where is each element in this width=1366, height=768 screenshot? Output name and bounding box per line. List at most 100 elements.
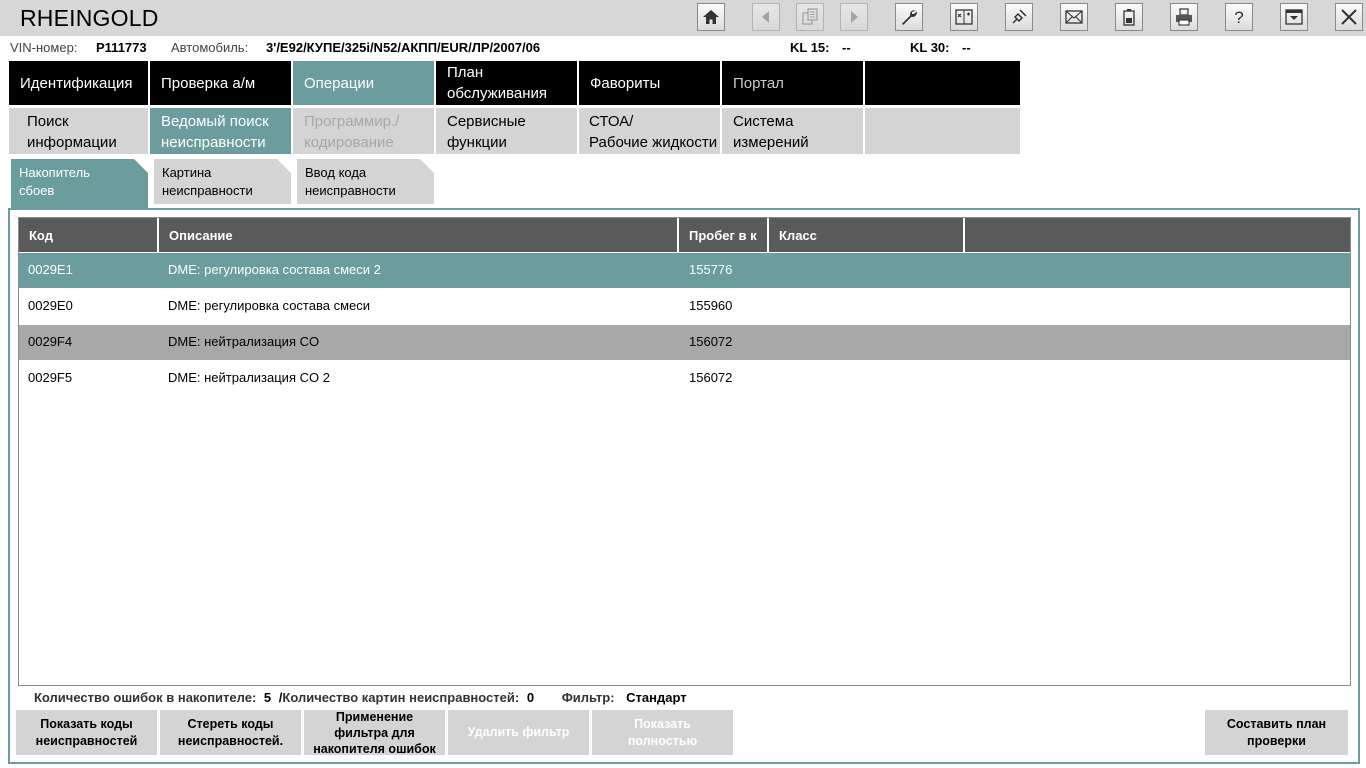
column-header-empty (965, 218, 1350, 252)
cell-mileage: 156072 (689, 370, 733, 385)
subnav-programming[interactable]: Программир./ кодирование (293, 108, 434, 154)
button-label-line2: неисправностей. (177, 733, 284, 748)
printer-icon (1176, 8, 1192, 26)
clear-fault-codes-button[interactable]: Стереть коды неисправностей. (160, 710, 301, 755)
chevron-right-icon (851, 11, 858, 23)
cell-code: 0029F5 (28, 370, 73, 385)
subnav-guided-troubleshooting[interactable]: Ведомый поиск неисправности (150, 108, 291, 154)
tab-label-line1: Ввод кода (305, 165, 367, 180)
column-header-mileage[interactable]: Пробег в к (679, 218, 769, 252)
battery-icon (1123, 9, 1135, 26)
table-row[interactable]: 0029E1 DME: регулировка состава смеси 2 … (19, 253, 1350, 288)
tab-label-line1: Накопитель (19, 165, 90, 180)
help-button[interactable]: ? (1225, 3, 1253, 31)
title-bar: RHEINGOLD ? (0, 0, 1366, 36)
column-header-description[interactable]: Описание (159, 218, 679, 252)
question-icon: ? (1234, 8, 1243, 27)
close-icon (1341, 9, 1357, 25)
tab-fault-pattern[interactable]: Картина неисправности (154, 159, 291, 204)
forward-button[interactable] (840, 3, 868, 31)
nav-vehicle-check[interactable]: Проверка а/м (150, 61, 291, 105)
car-label: Автомобиль: (171, 40, 249, 55)
nav-label: Портал (733, 74, 784, 92)
nav-favorites[interactable]: Фавориты (579, 61, 720, 105)
apply-filter-button[interactable]: Применение фильтра для накопителя ошибок (304, 710, 445, 756)
pictures-count-value: 0 (526, 690, 535, 705)
vin-value: P111773 (96, 40, 147, 55)
show-fault-codes-button[interactable]: Показать коды неисправностей (16, 710, 157, 755)
subnav-label-line1: Сервисные (447, 113, 526, 130)
kl30-value: -- (962, 40, 971, 55)
nav-label: Фавориты (590, 74, 661, 92)
battery-button[interactable] (1115, 3, 1143, 31)
button-label-line1: Показать коды (40, 716, 133, 731)
cell-mileage: 156072 (689, 334, 733, 349)
table-row[interactable]: 0029E0 DME: регулировка состава смеси 15… (19, 289, 1350, 324)
mail-button[interactable] (1060, 3, 1088, 31)
errors-count-label: Количество ошибок в накопителе: (34, 690, 257, 705)
filter-label: Фильтр: (561, 690, 615, 705)
nav-empty (865, 61, 1020, 105)
filter-value: Стандарт (626, 690, 687, 705)
diagnostics-button[interactable] (950, 3, 978, 31)
subnav-label-line2: информации (27, 134, 117, 151)
subnav-info-search[interactable]: Поиск информации (9, 108, 148, 154)
subnav-service-functions[interactable]: Сервисные функции (436, 108, 577, 154)
table-row[interactable]: 0029F4 DME: нейтрализация CO 156072 (19, 325, 1350, 360)
tab-label-line2: неисправности (305, 183, 396, 198)
back-button[interactable] (752, 3, 780, 31)
close-button[interactable] (1335, 3, 1363, 31)
cell-description: DME: нейтрализация CO (168, 334, 320, 349)
window-down-icon (1285, 9, 1303, 25)
show-full-button[interactable]: Показать полностью (592, 710, 733, 755)
minimize-button[interactable] (1280, 3, 1308, 31)
subnav-empty (865, 108, 1020, 154)
connection-button[interactable] (1005, 3, 1033, 31)
nav-label: Идентификация (20, 74, 133, 92)
table-row[interactable]: 0029F5 DME: нейтрализация CO 2 156072 (19, 361, 1350, 396)
fault-table: Код Описание Пробег в к Класс 0029E1 DME… (18, 217, 1351, 686)
home-button[interactable] (697, 3, 725, 31)
delete-filter-button[interactable]: Удалить фильтр (448, 710, 589, 755)
subnav-measurement-system[interactable]: Система измерений (722, 108, 863, 154)
subnav-label-line1: Программир./ (304, 113, 400, 130)
cell-code: 0029F4 (28, 334, 73, 349)
cell-code: 0029E0 (28, 298, 73, 313)
chevron-left-icon (762, 11, 769, 23)
subnav-label-line2: Рабочие жидкости (589, 134, 718, 151)
vehicle-info-bar: VIN-номер: P111773 Автомобиль: 3'/E92/КУ… (0, 36, 1366, 60)
car-value: 3'/E92/КУПЕ/325i/N52/АКПП/EUR/ЛР/2007/06 (266, 40, 541, 55)
nav-identification[interactable]: Идентификация (9, 61, 148, 105)
column-header-code[interactable]: Код (19, 218, 159, 252)
workshop-button[interactable] (895, 3, 923, 31)
cell-mileage: 155776 (689, 262, 733, 277)
vin-label: VIN-номер: (10, 40, 78, 55)
copy-button[interactable] (796, 3, 824, 31)
tab-label-line1: Картина (162, 165, 212, 180)
cell-description: DME: регулировка состава смеси (168, 298, 371, 313)
plug-icon (1012, 9, 1027, 24)
cell-mileage: 155960 (689, 298, 733, 313)
tab-enter-fault-code[interactable]: Ввод кода неисправности (297, 159, 434, 204)
home-icon (703, 10, 719, 24)
subnav-label-line1: Поиск (27, 113, 69, 130)
subnav-workshop-fluids[interactable]: СТОА/Рабочие жидкости (579, 108, 720, 154)
subnav-label-line1: СТОА/ (589, 113, 634, 130)
nav-service-plan[interactable]: План обслуживания (436, 61, 577, 105)
nav-portal[interactable]: Портал (722, 61, 863, 105)
nav-label: Проверка а/м (161, 74, 256, 92)
button-label-line2: проверки (1247, 733, 1306, 748)
create-test-plan-button[interactable]: Составить план проверки (1205, 710, 1348, 755)
cell-code: 0029E1 (28, 262, 73, 277)
print-button[interactable] (1170, 3, 1198, 31)
tab-label-line2: сбоев (19, 183, 55, 198)
button-label-line2: полностью (627, 733, 698, 748)
nav-operations[interactable]: Операции (293, 61, 434, 105)
nav-label-line2: обслуживания (447, 85, 548, 102)
column-header-class[interactable]: Класс (769, 218, 965, 252)
nav-label: Операции (304, 74, 375, 92)
documents-icon (802, 8, 818, 25)
tab-fault-memory[interactable]: Накопитель сбоев (11, 159, 148, 208)
button-label-line1: Показать (634, 716, 691, 731)
content-frame: Код Описание Пробег в к Класс 0029E1 DME… (8, 208, 1360, 764)
